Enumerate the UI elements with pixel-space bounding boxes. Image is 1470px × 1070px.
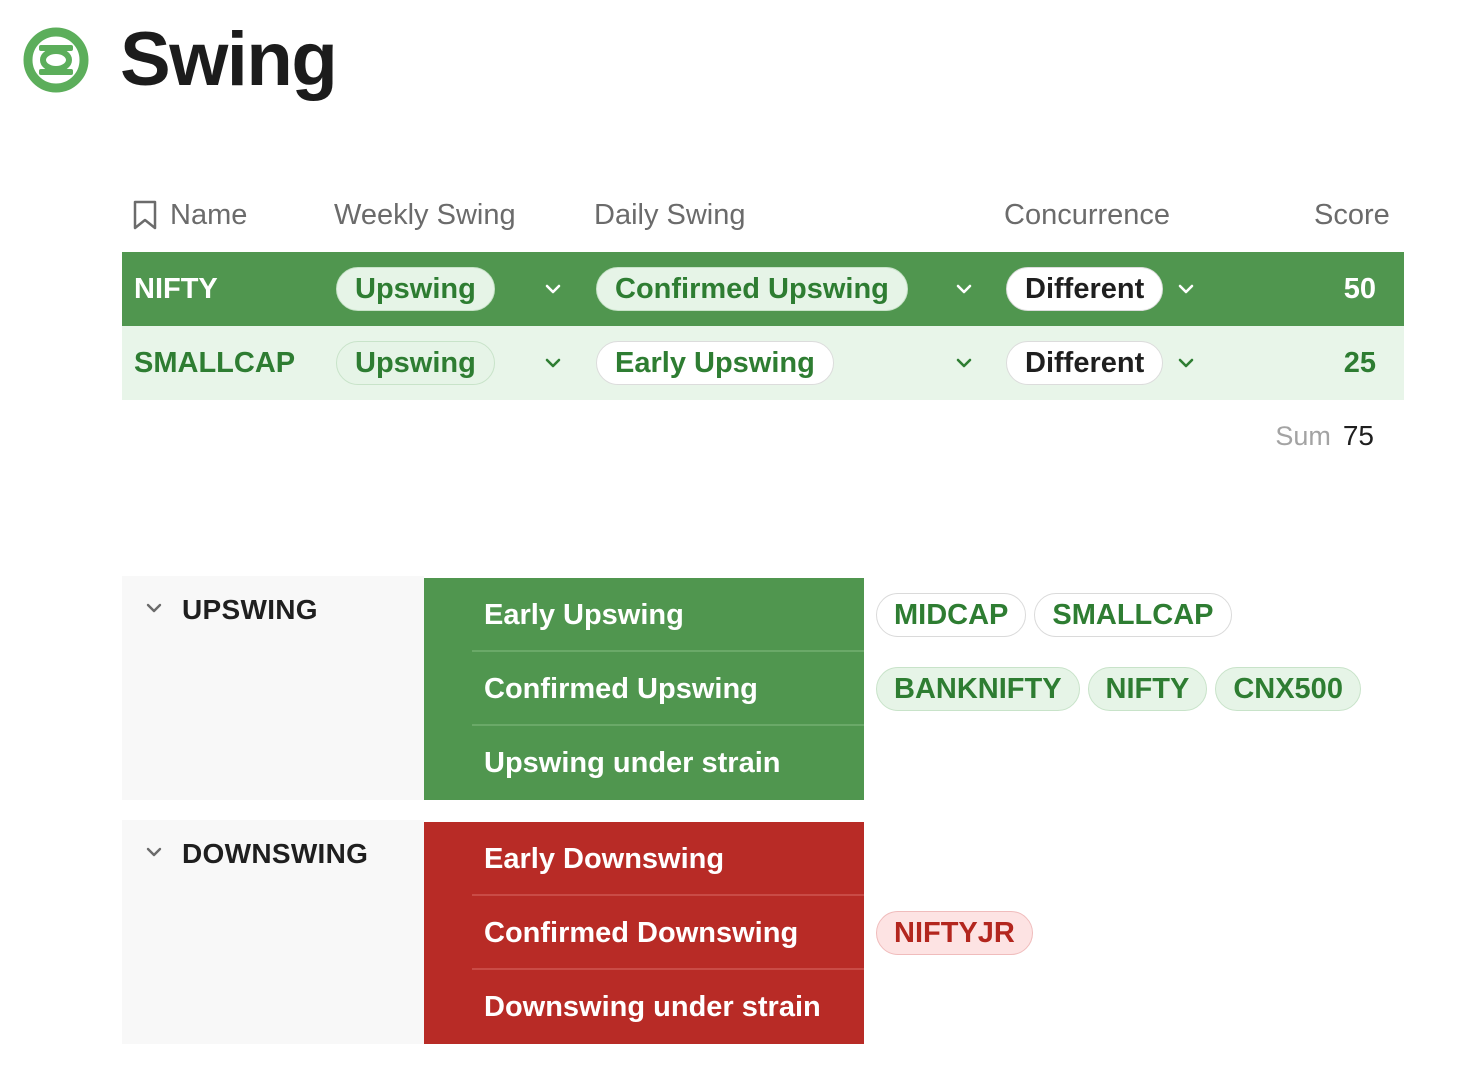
row-name[interactable]: SMALLCAP	[134, 326, 295, 400]
stage-list: Early Downswing Confirmed Downswing Down…	[424, 822, 864, 1044]
chevron-down-icon[interactable]	[1175, 326, 1197, 400]
stage-list: Early Upswing Confirmed Upswing Upswing …	[424, 578, 864, 800]
stage-label: Early Downswing	[484, 842, 725, 875]
group-title: UPSWING	[182, 594, 318, 625]
daily-swing-tag[interactable]: Confirmed Upswing	[596, 267, 908, 311]
chevron-down-icon[interactable]	[1175, 252, 1197, 326]
table-row[interactable]: SMALLCAP Upswing Early Upswing Different…	[122, 326, 1404, 400]
stage-item[interactable]: Confirmed Downswing	[424, 896, 864, 970]
stage-item[interactable]: Upswing under strain	[424, 726, 864, 800]
group-title: DOWNSWING	[182, 838, 369, 869]
ticker-tag[interactable]: CNX500	[1215, 667, 1361, 711]
stage-label: Confirmed Upswing	[484, 672, 758, 705]
chevron-down-icon[interactable]	[542, 326, 564, 400]
column-header-score[interactable]: Score	[1314, 196, 1390, 234]
chevron-down-icon[interactable]	[953, 326, 975, 400]
sum-value: 75	[1342, 420, 1374, 451]
ticker-tag[interactable]: SMALLCAP	[1034, 593, 1232, 637]
group-toggle[interactable]: UPSWING	[144, 594, 318, 626]
chevron-down-icon[interactable]	[144, 842, 164, 867]
group-toggle[interactable]: DOWNSWING	[144, 838, 368, 870]
stage-tags: BANKNIFTY NIFTY CNX500	[876, 667, 1361, 711]
stage-label: Downswing under strain	[484, 990, 821, 1023]
column-header-concurrence[interactable]: Concurrence	[1004, 196, 1170, 234]
stage-tags: MIDCAP SMALLCAP	[876, 593, 1232, 637]
chevron-down-icon[interactable]	[953, 252, 975, 326]
score-value: 50	[1343, 272, 1376, 305]
ticker-tag[interactable]: BANKNIFTY	[876, 667, 1080, 711]
group-downswing: DOWNSWING Early Downswing Confirmed Down…	[122, 820, 1404, 1044]
ticker-tag[interactable]: NIFTYJR	[876, 911, 1033, 955]
stage-item[interactable]: Early Upswing	[424, 578, 864, 652]
ticker-tag[interactable]: NIFTY	[1087, 667, 1208, 711]
stage-item[interactable]: Downswing under strain	[424, 970, 864, 1044]
stage-item[interactable]: Early Downswing	[424, 822, 864, 896]
stage-tags: NIFTYJR	[876, 911, 1033, 955]
swing-table: Name Weekly Swing Daily Swing Concurrenc…	[122, 178, 1404, 400]
column-header-name-label: Name	[170, 199, 248, 231]
chevron-down-icon[interactable]	[542, 252, 564, 326]
table-header: Name Weekly Swing Daily Swing Concurrenc…	[122, 178, 1404, 252]
daily-swing-tag[interactable]: Early Upswing	[596, 341, 834, 385]
ticker-tag[interactable]: MIDCAP	[876, 593, 1027, 637]
concurrence-tag[interactable]: Different	[1006, 267, 1164, 311]
stage-label: Confirmed Downswing	[484, 916, 799, 949]
lantern-ring-icon[interactable]	[22, 24, 90, 96]
page-header: Swing	[22, 17, 338, 102]
table-row[interactable]: NIFTY Upswing Confirmed Upswing Differen…	[122, 252, 1404, 326]
concurrence-tag[interactable]: Different	[1006, 341, 1164, 385]
sum-label: Sum	[1275, 421, 1331, 451]
page-title: Swing	[120, 17, 338, 102]
weekly-swing-tag[interactable]: Upswing	[336, 267, 495, 311]
stage-item[interactable]: Confirmed Upswing	[424, 652, 864, 726]
score-value: 25	[1343, 346, 1376, 379]
weekly-swing-tag[interactable]: Upswing	[336, 341, 495, 385]
column-header-name[interactable]: Name	[132, 196, 247, 234]
column-header-daily[interactable]: Daily Swing	[594, 196, 746, 234]
chevron-down-icon[interactable]	[144, 598, 164, 623]
score-sum[interactable]: Sum 75	[1275, 420, 1374, 452]
stage-label: Upswing under strain	[484, 746, 781, 779]
stage-label: Early Upswing	[484, 598, 684, 631]
bookmark-icon	[132, 200, 158, 230]
row-name[interactable]: NIFTY	[134, 252, 218, 326]
group-upswing: UPSWING Early Upswing Confirmed Upswing …	[122, 576, 1404, 800]
column-header-weekly[interactable]: Weekly Swing	[334, 196, 516, 234]
